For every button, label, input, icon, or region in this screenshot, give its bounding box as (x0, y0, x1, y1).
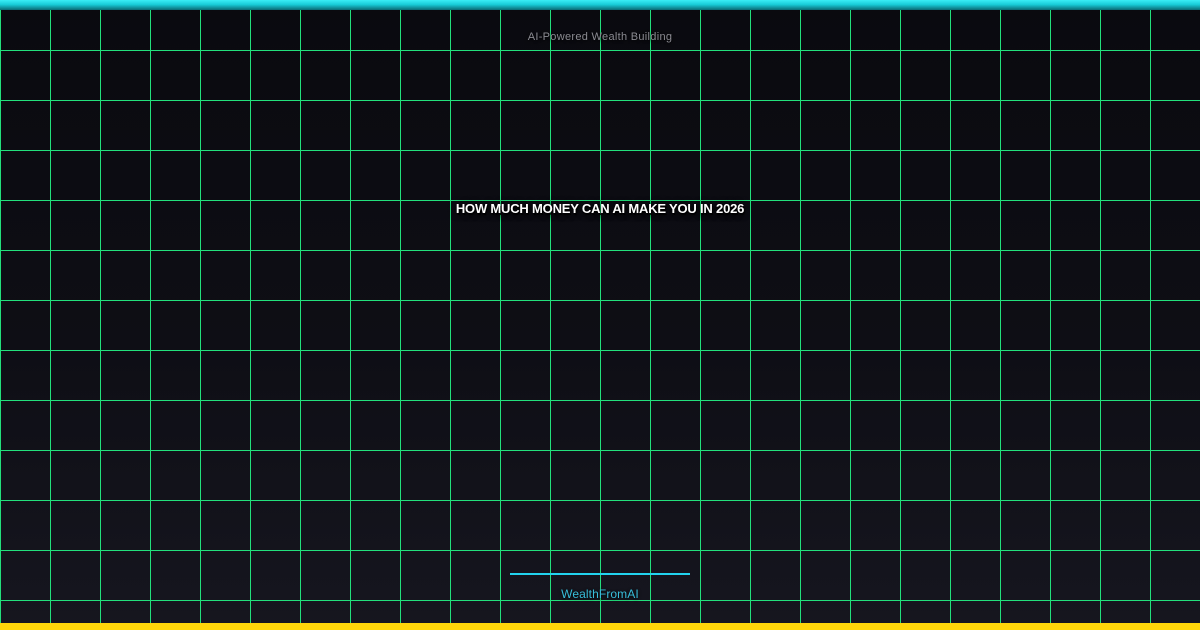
divider-line (510, 573, 690, 575)
page-title: HOW MUCH MONEY CAN AI MAKE YOU IN 2026 (455, 201, 745, 216)
bottom-accent-bar (0, 623, 1200, 630)
brand-label: WealthFromAI (561, 587, 639, 601)
top-accent-bar (0, 0, 1200, 10)
eyebrow-text: AI-Powered Wealth Building (527, 31, 673, 43)
banner-canvas: AI-Powered Wealth Building HOW MUCH MONE… (0, 0, 1200, 630)
